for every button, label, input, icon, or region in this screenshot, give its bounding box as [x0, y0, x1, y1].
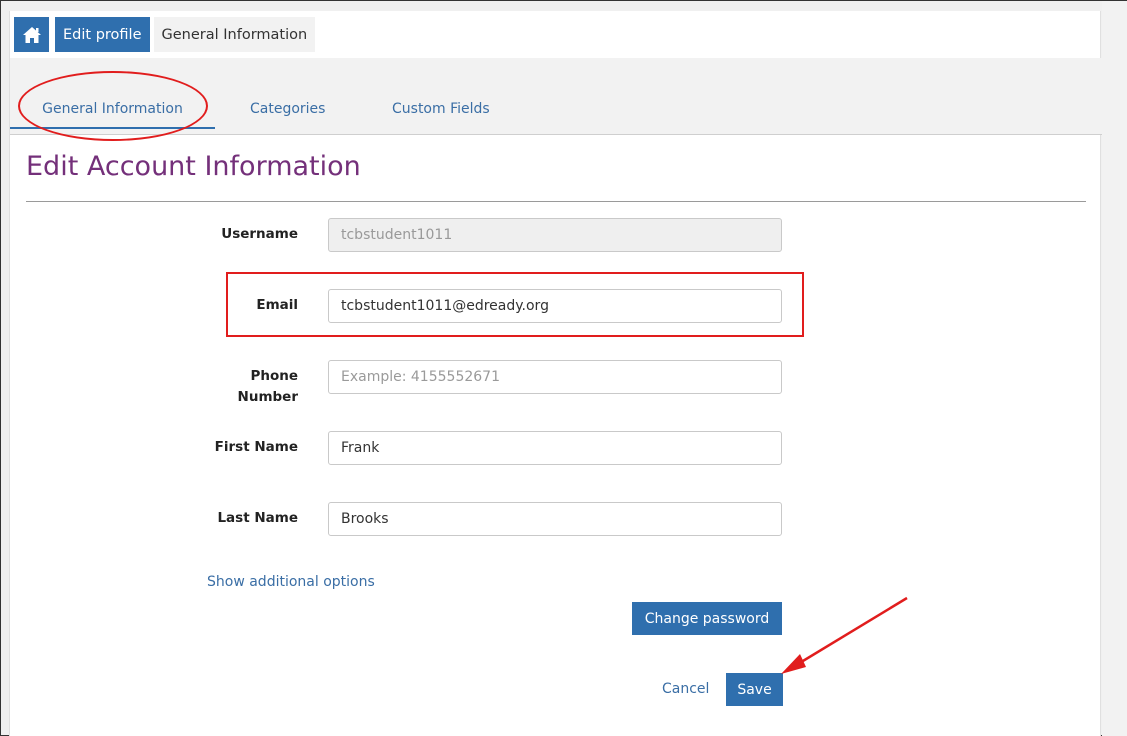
first-name-label: First Name	[214, 439, 298, 455]
breadcrumb-edit-profile[interactable]: Edit profile	[55, 17, 150, 52]
edit-profile-page: Edit profile General Information General…	[9, 11, 1102, 736]
divider	[26, 201, 1086, 202]
tab-categories[interactable]: Categories	[250, 101, 325, 117]
annotation-circle	[18, 71, 208, 141]
home-button[interactable]	[14, 17, 49, 52]
breadcrumb-current: General Information	[153, 17, 316, 52]
home-icon	[22, 26, 41, 43]
last-name-label: Last Name	[217, 510, 298, 526]
change-password-button[interactable]: Change password	[632, 602, 782, 635]
email-label: Email	[256, 297, 298, 313]
tab-custom-fields[interactable]: Custom Fields	[392, 101, 490, 117]
right-gutter	[1102, 1, 1127, 736]
phone-label: Phone Number	[178, 366, 298, 408]
show-additional-options-link[interactable]: Show additional options	[207, 574, 375, 590]
breadcrumb: Edit profile General Information	[14, 17, 316, 52]
page-title: Edit Account Information	[26, 151, 361, 182]
last-name-field[interactable]	[328, 502, 782, 536]
save-button[interactable]: Save	[726, 673, 783, 706]
cancel-link[interactable]: Cancel	[662, 681, 709, 697]
phone-label-line2: Number	[237, 389, 298, 405]
phone-label-line1: Phone	[250, 368, 298, 384]
username-label: Username	[221, 226, 298, 242]
username-field	[328, 218, 782, 252]
first-name-field[interactable]	[328, 431, 782, 465]
phone-field[interactable]	[328, 360, 782, 394]
email-field[interactable]	[328, 289, 782, 323]
